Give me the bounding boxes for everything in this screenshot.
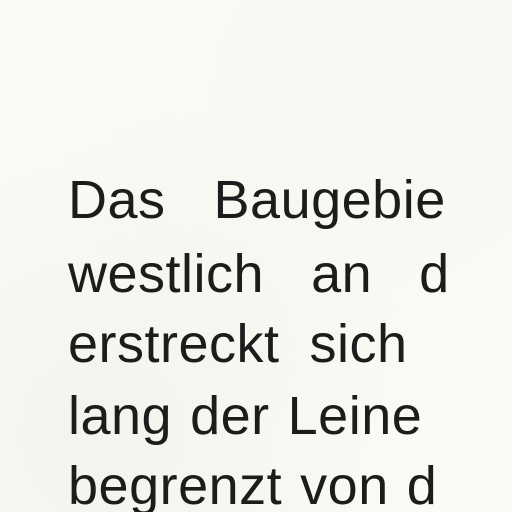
word: Leine — [287, 386, 423, 446]
text-line: erstreckt sich — [68, 312, 408, 376]
word: lang — [68, 386, 173, 446]
word: d — [419, 244, 450, 304]
word: Baugebie — [213, 170, 446, 230]
word: Das — [68, 170, 166, 230]
word: der — [190, 386, 270, 446]
text-line: westlich an d — [68, 242, 450, 306]
word: westlich — [68, 244, 265, 304]
word: begrenzt — [68, 456, 283, 512]
text-line: begrenzt von d — [68, 454, 437, 512]
word: erstreckt — [68, 314, 280, 374]
word: von — [300, 456, 389, 512]
word: sich — [309, 314, 408, 374]
word: an — [311, 244, 373, 304]
word: d — [406, 456, 438, 512]
text-line: lang der Leine — [68, 384, 422, 448]
text-line: Das Baugebie — [68, 168, 446, 232]
